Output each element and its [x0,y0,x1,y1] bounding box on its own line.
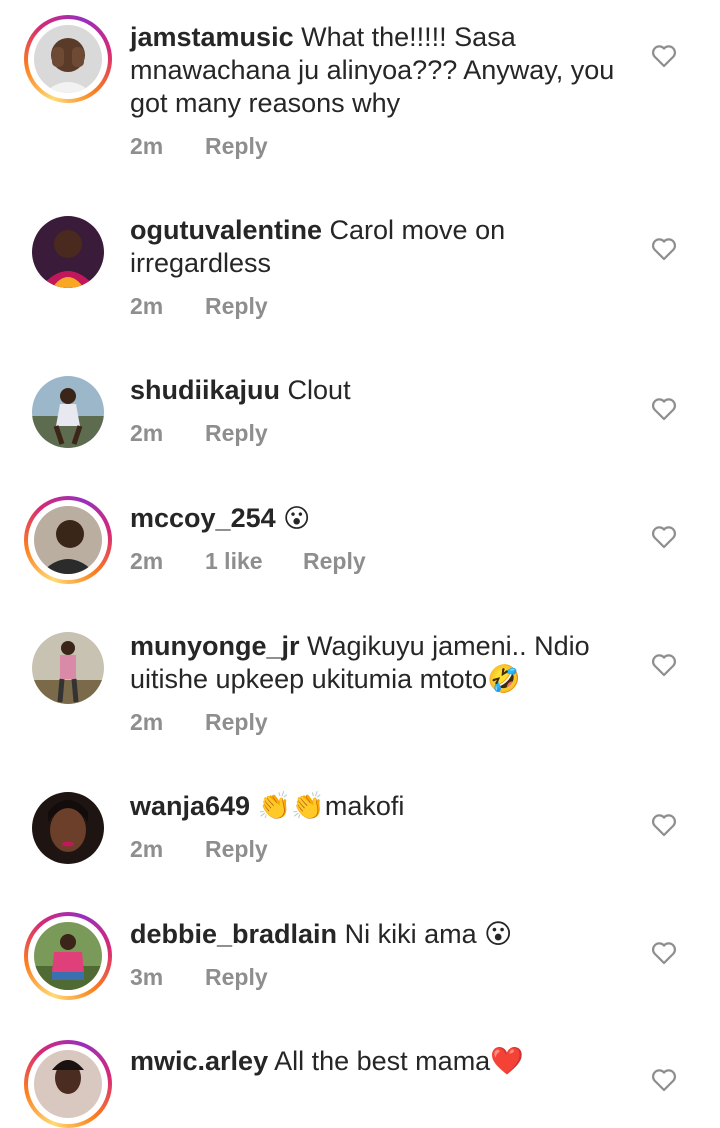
comment-meta: 3m Reply [130,964,268,991]
avatar[interactable] [24,912,112,1000]
comment-text: shudiikajuu Clout [130,374,620,407]
comment-body: Clout [287,375,351,405]
heart-icon[interactable] [651,237,677,261]
reply-button[interactable]: Reply [205,836,268,863]
avatar[interactable] [24,496,112,584]
username[interactable]: mwic.arley [130,1046,268,1076]
comment-text: mwic.arley All the best mama❤️ [130,1045,620,1078]
reply-button[interactable]: Reply [205,964,268,991]
timestamp: 2m [130,420,164,446]
comment-text: wanja649 👏👏makofi [130,790,620,823]
reply-button[interactable]: Reply [205,293,268,320]
timestamp: 2m [130,836,164,862]
reply-button[interactable]: Reply [303,548,366,575]
comment-text: munyonge_jr Wagikuyu jameni.. Ndio uitis… [130,630,620,696]
timestamp: 2m [130,548,164,574]
username[interactable]: mccoy_254 [130,503,276,533]
avatar[interactable] [24,208,112,296]
heart-icon[interactable] [651,653,677,677]
timestamp: 3m [130,964,164,990]
timestamp: 2m [130,709,164,735]
heart-icon[interactable] [651,525,677,549]
heart-icon[interactable] [651,397,677,421]
comment-meta: 2m Reply [130,836,268,863]
avatar[interactable] [24,1040,112,1128]
heart-icon[interactable] [651,1068,677,1092]
username[interactable]: debbie_bradlain [130,919,337,949]
comment-text: jamstamusic What the!!!!! Sasa mnawachan… [130,21,620,120]
likes-count[interactable]: 1 like [205,548,303,575]
reply-button[interactable]: Reply [205,709,268,736]
username[interactable]: munyonge_jr [130,631,300,661]
username[interactable]: shudiikajuu [130,375,280,405]
heart-icon[interactable] [651,813,677,837]
comment-body: Ni kiki ama 😮 [344,919,513,949]
comment-body: 👏👏makofi [257,791,405,821]
avatar[interactable] [24,15,112,103]
comment-meta: 2m Reply [130,709,268,736]
comment-text: ogutuvalentine Carol move on irregardles… [130,214,620,280]
comment-text: debbie_bradlain Ni kiki ama 😮 [130,918,620,951]
comment-meta: 2m 1 like Reply [130,548,366,575]
comment-text: mccoy_254 😮 [130,502,620,536]
username[interactable]: wanja649 [130,791,250,821]
username[interactable]: jamstamusic [130,22,294,52]
heart-icon[interactable] [651,44,677,68]
timestamp: 2m [130,293,164,319]
comment-meta: 2m Reply [130,293,268,320]
comment-meta: 2m Reply [130,133,268,160]
username[interactable]: ogutuvalentine [130,215,322,245]
heart-icon[interactable] [651,941,677,965]
avatar[interactable] [24,368,112,456]
avatar[interactable] [24,624,112,712]
reply-button[interactable]: Reply [205,133,268,160]
reply-button[interactable]: Reply [205,420,268,447]
comment-body: All the best mama❤️ [274,1046,524,1076]
comment-meta: 2m Reply [130,420,268,447]
avatar[interactable] [24,784,112,872]
comment-body: 😮 [283,504,311,534]
timestamp: 2m [130,133,164,159]
